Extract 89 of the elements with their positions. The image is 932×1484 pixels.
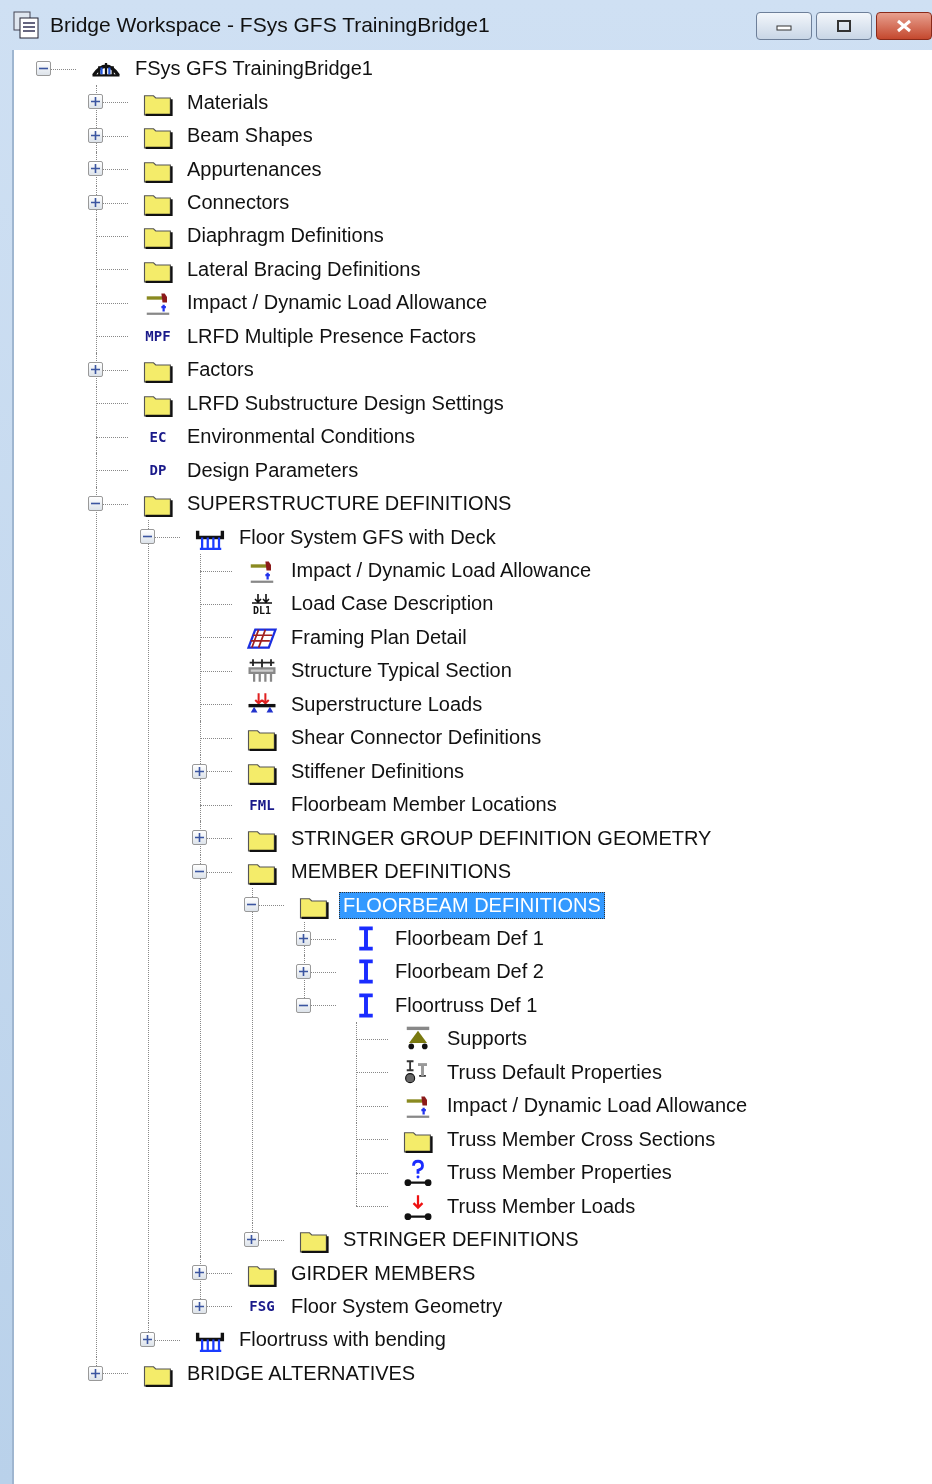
tree-item[interactable]: GIRDER MEMBERS xyxy=(287,1259,480,1287)
tree-item[interactable]: Truss Default Properties xyxy=(443,1058,666,1086)
tree-item[interactable]: Design Parameters xyxy=(183,456,363,484)
plus-icon xyxy=(247,1234,256,1244)
collapse-toggle[interactable] xyxy=(192,863,207,879)
tree-item[interactable]: Truss Member Loads xyxy=(443,1192,640,1220)
window-title: Bridge Workspace - FSys GFS TrainingBridge1 xyxy=(50,13,491,37)
tree-item[interactable]: LRFD Substructure Design Settings xyxy=(183,389,508,417)
plus-icon xyxy=(91,197,100,207)
abbreviation-icon: FML xyxy=(249,796,275,813)
maximize-button[interactable] xyxy=(816,12,872,40)
tree-item[interactable]: Connectors xyxy=(183,189,294,217)
collapse-toggle[interactable] xyxy=(296,997,311,1013)
tree-item[interactable]: STRINGER DEFINITIONS xyxy=(339,1226,583,1254)
plus-icon xyxy=(299,933,308,943)
tree-item[interactable]: LRFD Multiple Presence Factors xyxy=(183,322,480,350)
plus-icon xyxy=(195,1268,204,1278)
collapse-toggle[interactable] xyxy=(36,61,51,76)
tree-item[interactable]: Structure Typical Section xyxy=(287,657,516,685)
expand-toggle[interactable] xyxy=(192,763,207,779)
tree-item[interactable]: Factors xyxy=(183,356,258,384)
tree-item[interactable]: Environmental Conditions xyxy=(183,423,419,451)
tree-item[interactable]: Floorbeam Def 1 xyxy=(391,925,548,952)
tree-item[interactable]: Impact / Dynamic Load Allowance xyxy=(183,289,492,317)
expand-toggle[interactable] xyxy=(296,964,311,980)
expand-toggle[interactable] xyxy=(192,1298,207,1314)
plus-icon xyxy=(195,766,204,776)
expand-toggle[interactable] xyxy=(296,930,311,946)
expand-toggle[interactable] xyxy=(244,1231,259,1247)
plus-icon xyxy=(91,130,100,140)
plus-icon xyxy=(91,1368,100,1378)
tree-item[interactable]: Floor System Geometry xyxy=(287,1293,507,1320)
tree-item[interactable]: Truss Member Cross Sections xyxy=(443,1125,720,1153)
load-case-code: DL1 xyxy=(252,604,272,616)
tree-item[interactable]: Floortruss with bending xyxy=(235,1326,450,1354)
plus-icon xyxy=(195,1301,204,1311)
expand-toggle[interactable] xyxy=(192,1265,207,1281)
tree-item[interactable]: Floorbeam Member Locations xyxy=(287,791,561,819)
tree-item[interactable]: Lateral Bracing Definitions xyxy=(183,255,425,283)
tree-item[interactable]: Truss Member Properties xyxy=(443,1159,676,1187)
collapse-toggle[interactable] xyxy=(88,495,103,511)
expand-toggle[interactable] xyxy=(88,362,103,378)
collapse-toggle[interactable] xyxy=(244,897,259,913)
collapse-toggle[interactable] xyxy=(140,529,155,545)
expand-toggle[interactable] xyxy=(140,1332,155,1348)
tree-item[interactable]: Impact / Dynamic Load Allowance xyxy=(443,1092,752,1120)
tree-item[interactable]: Floorbeam Def 2 xyxy=(391,958,548,986)
app-icon xyxy=(12,10,42,40)
tree-item[interactable]: Beam Shapes xyxy=(183,122,317,150)
tree-item[interactable]: STRINGER GROUP DEFINITION GEOMETRY xyxy=(287,824,716,852)
tree-item[interactable]: Framing Plan Detail xyxy=(287,623,471,651)
tree-item[interactable]: Shear Connector Definitions xyxy=(287,724,546,752)
tree-item[interactable]: MEMBER DEFINITIONS xyxy=(287,858,515,886)
abbreviation-icon: MPF xyxy=(145,328,171,345)
tree-item[interactable]: Appurtenances xyxy=(183,155,326,183)
tree-item[interactable]: Supports xyxy=(443,1025,532,1053)
tree-item[interactable]: Stiffener Definitions xyxy=(287,757,469,785)
abbreviation-icon: DP xyxy=(149,462,167,479)
tree-item[interactable]: Floortruss Def 1 xyxy=(391,991,542,1019)
tree-item[interactable]: Impact / Dynamic Load Allowance xyxy=(287,557,596,584)
plus-icon xyxy=(299,967,308,977)
tree-item[interactable]: BRIDGE ALTERNATIVES xyxy=(183,1359,420,1387)
plus-icon xyxy=(91,164,100,174)
tree-item[interactable]: Floor System GFS with Deck xyxy=(235,523,500,551)
member-load-icon xyxy=(402,1192,434,1220)
tree-item[interactable]: Superstructure Loads xyxy=(287,690,487,718)
plus-icon xyxy=(195,833,204,843)
expand-toggle[interactable] xyxy=(192,830,207,846)
tree-item[interactable]: FSys GFS TrainingBridge1 xyxy=(131,55,377,83)
tree-item[interactable]: SUPERSTRUCTURE DEFINITIONS xyxy=(183,490,516,518)
close-button[interactable] xyxy=(876,12,932,40)
expand-toggle[interactable] xyxy=(88,1365,103,1381)
tree-item[interactable]: Diaphragm Definitions xyxy=(183,222,388,250)
tree-item[interactable]: Load Case Description xyxy=(287,590,498,618)
abbreviation-icon: FSG xyxy=(249,1298,275,1315)
tree-item[interactable]: Materials xyxy=(183,88,273,116)
plus-icon xyxy=(143,1335,152,1345)
close-icon xyxy=(895,19,913,33)
abbreviation-icon: EC xyxy=(149,428,167,445)
cross-section-icon xyxy=(246,657,278,685)
expand-toggle[interactable] xyxy=(88,194,103,210)
expand-toggle[interactable] xyxy=(88,127,103,143)
expand-toggle[interactable] xyxy=(88,94,103,110)
plus-icon xyxy=(91,97,100,107)
expand-toggle[interactable] xyxy=(88,161,103,177)
maximize-icon xyxy=(836,19,852,33)
minimize-button[interactable] xyxy=(756,12,812,40)
question-member-icon xyxy=(402,1159,434,1187)
plus-icon xyxy=(91,365,100,375)
